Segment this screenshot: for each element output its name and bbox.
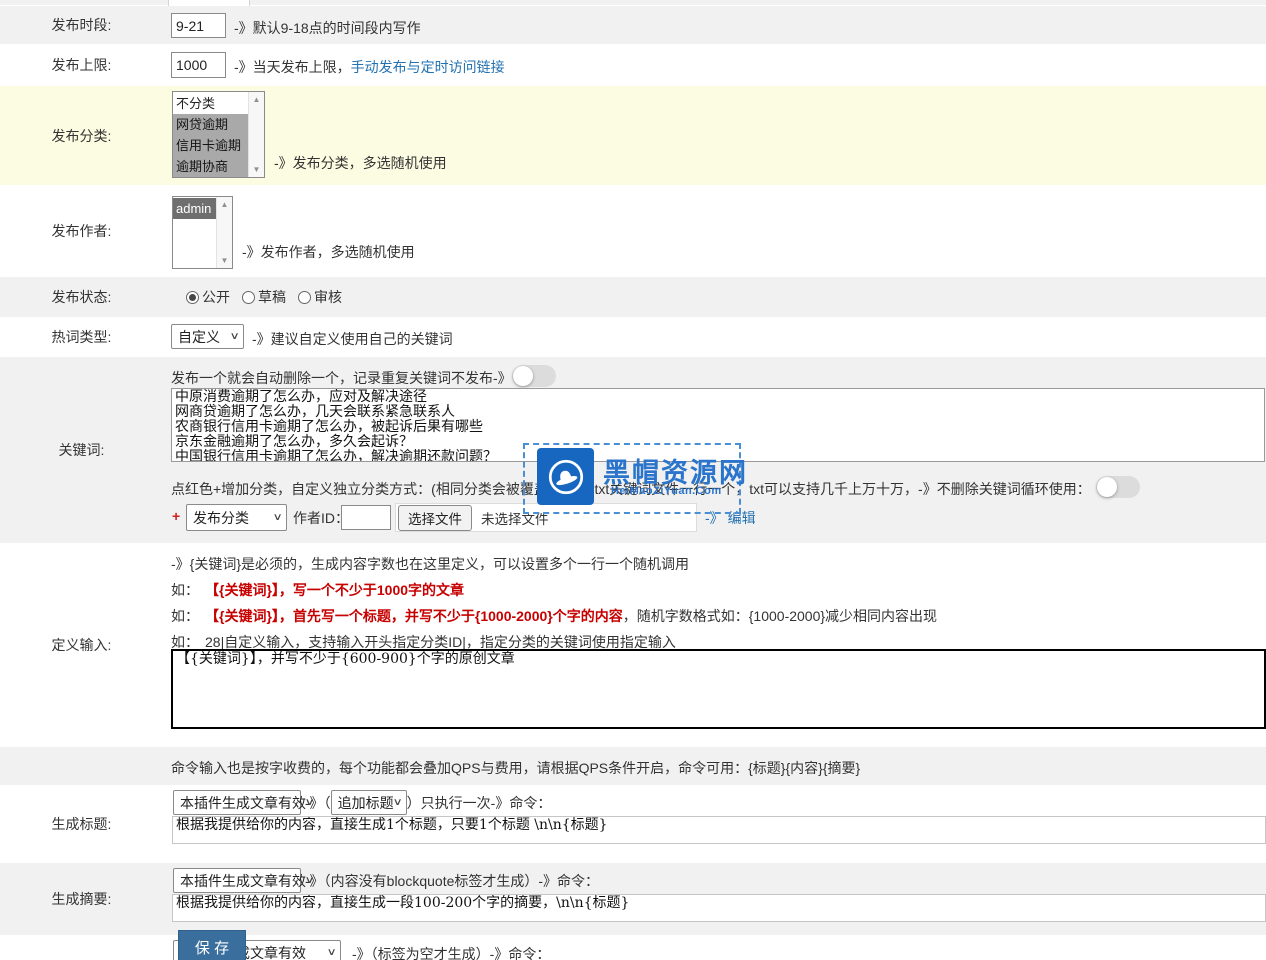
option-网贷逾期[interactable]: 网贷逾期 [173, 114, 248, 135]
row-publish-status: 发布状态: 公开 草稿 审核 [0, 277, 1266, 317]
gen-title-mode-select[interactable]: 本插件生成文章有效 ∨ [173, 790, 301, 815]
keep-keywords-toggle[interactable] [1096, 476, 1140, 498]
publish-time-label: 发布时段: [0, 15, 163, 35]
row-gen-summary: 生成摘要: 本插件生成文章有效 ∨ -》（内容没有blockquote标签才生成… [0, 863, 1266, 935]
publish-category-label: 发布分类: [0, 126, 163, 146]
keyword-file-input[interactable]: 选择文件 未选择文件 [395, 503, 697, 532]
chevron-down-icon: ∨ [392, 797, 402, 808]
radio-label: 公开 [202, 287, 230, 307]
hotword-type-desc: -》建议自定义使用自己的关键词 [252, 329, 453, 349]
chevron-down-icon: ∨ [272, 512, 282, 523]
scroll-down-icon[interactable]: ▼ [217, 256, 232, 265]
author-id-input[interactable] [341, 505, 391, 530]
status-radio-公开[interactable]: 公开 [186, 287, 230, 307]
row-gen-title: 生成标题: 本插件生成文章有效 ∨ -》（ 追加标题 ∨ ）只执行一次-》命令：… [0, 785, 1266, 863]
row-command-note: 命令输入也是按字收费的，每个功能都会叠加QPS与费用，请根据QPS条件开启，命令… [0, 747, 1266, 785]
define-input-label: 定义输入: [0, 635, 163, 655]
publish-author-desc: -》发布作者，多选随机使用 [242, 242, 415, 262]
publish-limit-input[interactable] [171, 52, 226, 78]
gen-summary-mid: -》（内容没有blockquote标签才生成）-》命令： [305, 871, 599, 891]
chevron-down-icon: ∨ [326, 947, 336, 958]
keywords-hint: 点红色+增加分类，自定义独立分类方式：(相同分类会被覆盖)，上传txt关键词文件… [171, 479, 1091, 499]
example-red-1: 【{关键词}】，写一个不少于1000字的文章 [205, 580, 464, 600]
bottom-mid-text: -》（标签为空才生成）-》命令： [352, 944, 550, 960]
no-file-text: 未选择文件 [481, 508, 549, 528]
option-admin[interactable]: admin [173, 198, 216, 219]
row-publish-category: 发布分类: 不分类网贷逾期信用卡逾期逾期协商 ▲ ▼ -》发布分类，多选随机使用 [0, 86, 1266, 185]
scroll-up-icon[interactable]: ▲ [217, 200, 232, 209]
plugin-settings-page: 发布时段: -》默认9-18点的时间段内写作 发布上限: -》当天发布上限， 手… [0, 0, 1266, 960]
gen-title-label: 生成标题: [0, 814, 163, 834]
radio-icon[interactable] [298, 291, 311, 304]
radio-icon[interactable] [186, 291, 199, 304]
publish-author-label: 发布作者: [0, 221, 163, 241]
define-input-textarea[interactable]: 【{关键词}】，并写不少于{600-900}个字的原创文章 [171, 649, 1266, 729]
save-button[interactable]: 保 存 [178, 930, 246, 960]
row-hotword-type: 热词类型: 自定义 ∨ -》建议自定义使用自己的关键词 [0, 317, 1266, 357]
keywords-toggle-desc: 发布一个就会自动删除一个，记录重复关键词不发布-》 [171, 368, 512, 388]
publish-limit-desc: -》当天发布上限， [234, 57, 351, 77]
publish-time-desc: -》默认9-18点的时间段内写作 [234, 18, 421, 38]
edit-link[interactable]: 编辑 [728, 508, 756, 528]
chevron-down-icon: ∨ [305, 797, 315, 808]
publish-status-label: 发布状态: [0, 287, 163, 307]
hotword-type-select[interactable]: 自定义 ∨ [171, 324, 244, 349]
define-input-line1: -》{关键词}是必须的，生成内容字数也在这里定义，可以设置多个一行一个随机调用 [171, 554, 689, 574]
radio-icon[interactable] [242, 291, 255, 304]
chevron-down-icon: ∨ [229, 331, 239, 342]
author-scrollbar[interactable]: ▲ ▼ [216, 197, 232, 268]
gen-summary-mode-select[interactable]: 本插件生成文章有效 ∨ [173, 868, 301, 893]
option-不分类[interactable]: 不分类 [173, 93, 248, 114]
radio-label: 审核 [314, 287, 342, 307]
category-scrollbar[interactable]: ▲ ▼ [248, 92, 264, 177]
gen-title-command-textarea[interactable]: 根据我提供给你的内容，直接生成1个标题，只要1个标题 \n\n{标题} [172, 816, 1266, 844]
example-prefix: 如： [171, 606, 199, 626]
publish-category-multiselect[interactable]: 不分类网贷逾期信用卡逾期逾期协商 ▲ ▼ [172, 91, 265, 178]
append-title-select[interactable]: 追加标题 ∨ [331, 790, 407, 815]
status-radio-审核[interactable]: 审核 [298, 287, 342, 307]
row-publish-author: 发布作者: admin ▲ ▼ -》发布作者，多选随机使用 [0, 185, 1266, 277]
add-category-button[interactable]: + [172, 508, 180, 524]
gen-title-mid2: ）只执行一次-》命令： [407, 793, 552, 813]
example-prefix: 如： [171, 580, 199, 600]
keyword-category-select[interactable]: 发布分类 ∨ [186, 504, 287, 531]
publish-time-input[interactable] [171, 13, 226, 38]
gen-summary-label: 生成摘要: [0, 889, 163, 909]
choose-file-button[interactable]: 选择文件 [398, 505, 472, 531]
row-publish-time: 发布时段: -》默认9-18点的时间段内写作 [0, 6, 1266, 44]
row-define-input: 定义输入: -》{关键词}是必须的，生成内容字数也在这里定义，可以设置多个一行一… [0, 543, 1266, 747]
row-keywords: 关键词: 发布一个就会自动删除一个，记录重复关键词不发布-》 中原消费逾期了怎么… [0, 357, 1266, 543]
auto-delete-toggle[interactable] [512, 365, 556, 387]
publish-author-multiselect[interactable]: admin ▲ ▼ [172, 196, 233, 269]
option-信用卡逾期[interactable]: 信用卡逾期 [173, 135, 248, 156]
edit-arrow: -》 [705, 508, 724, 528]
radio-label: 草稿 [258, 287, 286, 307]
example-rest: ，随机字数格式如：{1000-2000}减少相同内容出现 [623, 606, 937, 626]
scroll-down-icon[interactable]: ▼ [249, 165, 264, 174]
scroll-up-icon[interactable]: ▲ [249, 95, 264, 104]
row-publish-limit: 发布上限: -》当天发布上限， 手动发布与定时访问链接 [0, 44, 1266, 86]
publish-limit-label: 发布上限: [0, 55, 163, 75]
status-radio-草稿[interactable]: 草稿 [242, 287, 286, 307]
option-逾期协商[interactable]: 逾期协商 [173, 156, 248, 177]
chevron-down-icon: ∨ [305, 875, 315, 886]
command-note-text: 命令输入也是按字收费的，每个功能都会叠加QPS与费用，请根据QPS条件开启，命令… [171, 758, 860, 778]
keywords-textarea[interactable]: 中原消费逾期了怎么办，应对及解决途径 网商贷逾期了怎么办，几天会联系紧急联系人 … [171, 388, 1265, 462]
example-red-2: 【{关键词}】，首先写一个标题，并写不少于{1000-2000}个字的内容 [205, 606, 623, 626]
gen-summary-command-textarea[interactable]: 根据我提供给你的内容，直接生成一段100-200个字的摘要，\n\n{标题} [172, 894, 1266, 922]
keywords-label: 关键词: [0, 440, 163, 460]
publish-category-desc: -》发布分类，多选随机使用 [274, 153, 447, 173]
hotword-type-label: 热词类型: [0, 327, 163, 347]
manual-publish-link[interactable]: 手动发布与定时访问链接 [351, 57, 505, 77]
